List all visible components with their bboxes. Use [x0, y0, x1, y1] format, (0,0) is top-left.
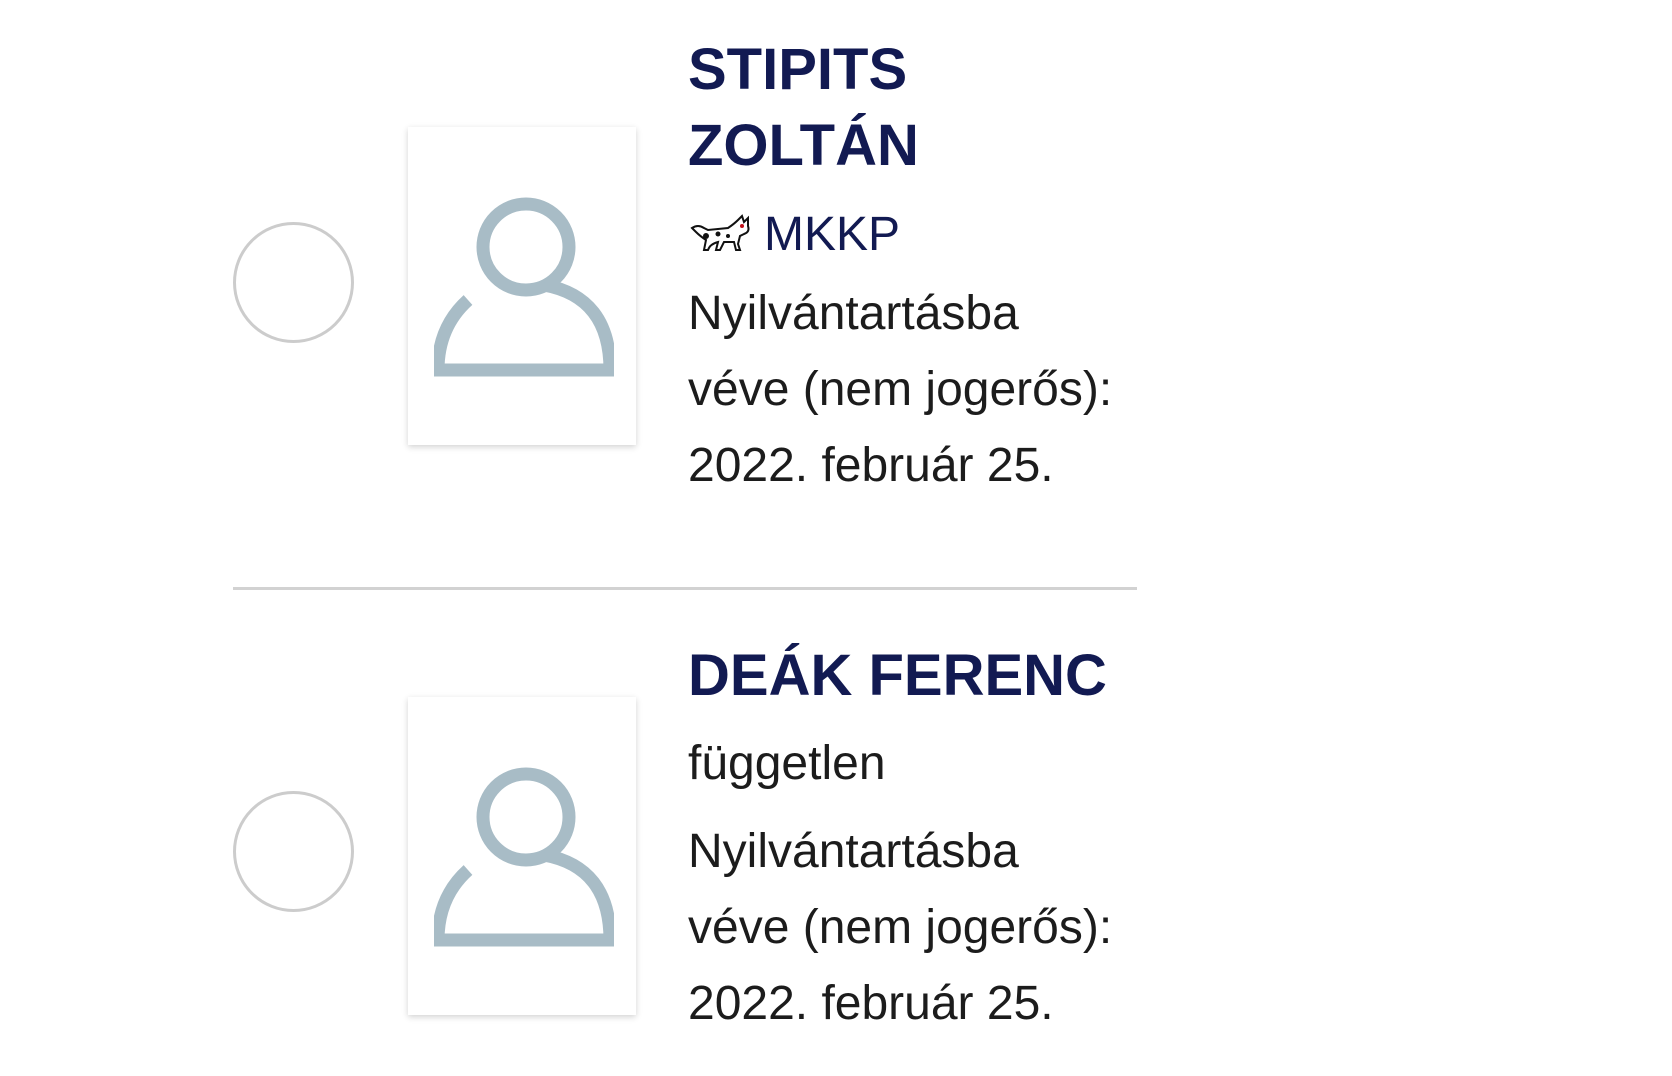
candidate-photo-placeholder	[408, 697, 636, 1015]
registration-status: Nyilvántartásba véve (nem jogerős): 2022…	[688, 814, 1148, 1042]
candidate-party-label: független	[688, 737, 886, 790]
candidate-name-line1: STIPITS	[688, 37, 908, 102]
dog-icon	[690, 214, 750, 251]
candidate-photo-placeholder	[408, 127, 636, 445]
candidate-party-label: MKKP	[764, 207, 901, 261]
candidate-select-radio[interactable]	[233, 791, 354, 912]
candidate-divider	[233, 587, 1137, 590]
status-line: véve (nem jogerős):	[688, 363, 1113, 416]
candidate-select-radio[interactable]	[233, 222, 354, 343]
candidate-party: MKKP	[688, 196, 1148, 272]
registration-status: Nyilvántartásba véve (nem jogerős): 2022…	[688, 276, 1148, 504]
status-line: Nyilvántartásba	[688, 287, 1019, 340]
person-icon	[434, 197, 614, 377]
status-date: 2022. február 25.	[688, 977, 1054, 1030]
status-line: Nyilvántartásba	[688, 825, 1019, 878]
status-date: 2022. február 25.	[688, 439, 1054, 492]
candidate-info: STIPITS ZOLTÁN MKKP Nyilvántartásba véve…	[688, 32, 1148, 504]
candidate-name: DEÁK FERENC	[688, 643, 1107, 708]
candidate-name: STIPITS ZOLTÁN	[688, 32, 1148, 184]
candidate-name-line2: ZOLTÁN	[688, 113, 919, 178]
status-line: véve (nem jogerős):	[688, 901, 1113, 954]
candidate-info: DEÁK FERENC független Nyilvántartásba vé…	[688, 638, 1148, 1042]
person-icon	[434, 767, 614, 947]
